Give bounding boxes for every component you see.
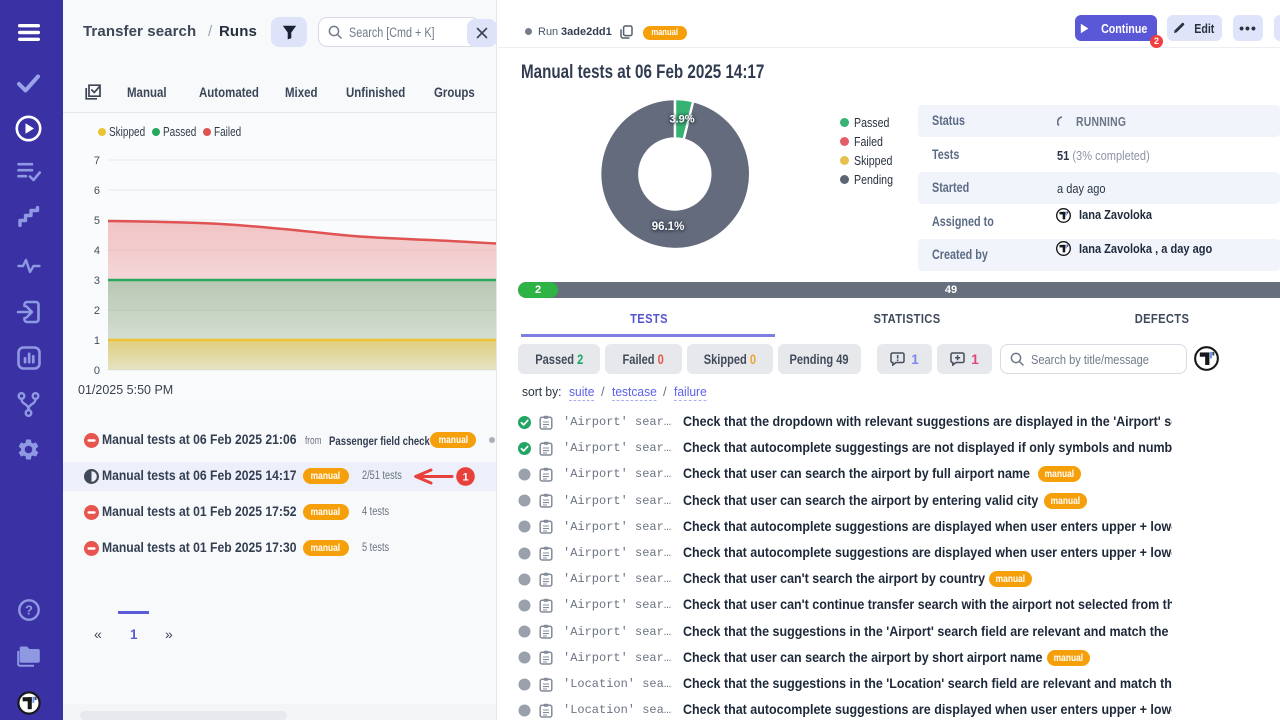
svg-text:4: 4 — [94, 245, 100, 257]
svg-text:3: 3 — [94, 275, 100, 287]
svg-text:1: 1 — [94, 335, 100, 347]
svg-text:3.9%: 3.9% — [669, 114, 694, 126]
svg-text:96.1%: 96.1% — [652, 221, 685, 233]
svg-text:0: 0 — [94, 365, 100, 377]
svg-text:5: 5 — [94, 215, 100, 227]
svg-text:?: ? — [25, 603, 33, 618]
svg-text:1: 1 — [462, 472, 468, 484]
svg-text:2: 2 — [94, 305, 100, 317]
svg-text:7: 7 — [94, 155, 100, 167]
svg-text:6: 6 — [94, 185, 100, 197]
